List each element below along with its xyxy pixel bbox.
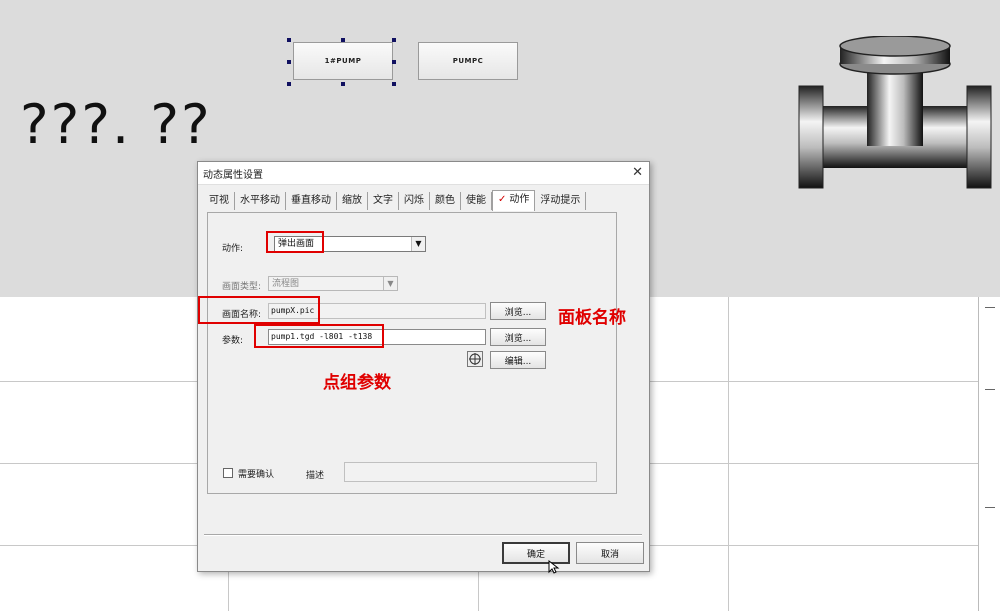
- description-field[interactable]: [344, 462, 597, 482]
- dialog-titlebar[interactable]: 动态属性设置 ✕: [198, 162, 649, 185]
- scroll-tick: [985, 307, 995, 308]
- screen-type-value: 流程图: [272, 279, 300, 289]
- selection-handle[interactable]: [287, 82, 291, 86]
- tab-scale[interactable]: 缩放: [337, 192, 368, 210]
- tab-enable[interactable]: 使能: [461, 192, 492, 210]
- scroll-tick: [985, 507, 995, 508]
- grid-line: [728, 297, 729, 611]
- check-icon: ✓: [498, 194, 507, 205]
- tab-visible[interactable]: 可视: [204, 192, 235, 210]
- dialog-separator: [204, 534, 642, 536]
- params-label: 参数:: [222, 336, 244, 346]
- placeholder-text: ???. ??: [20, 93, 212, 156]
- tab-floating-tip[interactable]: 浮动提示: [535, 192, 587, 210]
- pumpc-button[interactable]: PUMPC: [418, 42, 518, 80]
- chevron-down-icon[interactable]: ▼: [383, 277, 397, 290]
- confirm-label: 需要确认: [238, 470, 275, 480]
- vertical-scrollbar[interactable]: [978, 297, 1000, 611]
- tab-vertical-move[interactable]: 垂直移动: [286, 192, 337, 210]
- selection-handle[interactable]: [287, 38, 291, 42]
- mouse-cursor-icon: [548, 560, 560, 574]
- selection-handle[interactable]: [341, 38, 345, 42]
- panel-name-annotation: 面板名称: [558, 308, 626, 328]
- chevron-down-icon[interactable]: ▼: [411, 237, 425, 251]
- action-label: 动作:: [222, 244, 244, 254]
- description-label: 描述: [306, 471, 325, 481]
- close-icon[interactable]: ✕: [632, 165, 643, 180]
- browse-screen-button[interactable]: 浏览...: [490, 302, 546, 320]
- params-highlight-box: [254, 324, 384, 348]
- selection-handle[interactable]: [392, 60, 396, 64]
- scroll-tick: [985, 389, 995, 390]
- selection-handle[interactable]: [287, 60, 291, 64]
- pumpc-button-label: PUMPC: [452, 57, 484, 65]
- point-group-params-annotation: 点组参数: [323, 373, 391, 393]
- selection-handle[interactable]: [392, 38, 396, 42]
- selection-handle[interactable]: [392, 82, 396, 86]
- screen-type-label: 画面类型:: [222, 282, 262, 292]
- dialog-title: 动态属性设置: [203, 170, 263, 181]
- browse-params-button[interactable]: 浏览...: [490, 328, 546, 346]
- tab-color[interactable]: 颜色: [430, 192, 461, 210]
- confirm-checkbox[interactable]: [223, 468, 233, 478]
- tab-action-label: 动作: [509, 194, 530, 205]
- point-select-icon[interactable]: [467, 351, 483, 367]
- pipe-tee-icon: [798, 36, 992, 189]
- action-panel: [207, 212, 617, 494]
- tab-action[interactable]: ✓ 动作: [492, 190, 536, 211]
- tab-blink[interactable]: 闪烁: [399, 192, 430, 210]
- pump1-button-label: 1#PUMP: [324, 57, 362, 65]
- screen-type-select[interactable]: 流程图 ▼: [268, 276, 398, 291]
- tab-text[interactable]: 文字: [368, 192, 399, 210]
- dynamic-properties-dialog: 动态属性设置 ✕ 可视 水平移动 垂直移动 缩放 文字 闪烁 颜色 使能 ✓ 动作…: [197, 161, 650, 574]
- action-highlight-box: [266, 231, 324, 253]
- screen-name-highlight-box: [198, 296, 320, 324]
- cancel-button[interactable]: 取消: [576, 542, 644, 564]
- tab-horizontal-move[interactable]: 水平移动: [235, 192, 286, 210]
- edit-params-button[interactable]: 编辑...: [490, 351, 546, 369]
- pump1-button[interactable]: 1#PUMP: [293, 42, 393, 80]
- selection-handle[interactable]: [341, 82, 345, 86]
- tab-bar: 可视 水平移动 垂直移动 缩放 文字 闪烁 颜色 使能 ✓ 动作 浮动提示: [204, 190, 587, 212]
